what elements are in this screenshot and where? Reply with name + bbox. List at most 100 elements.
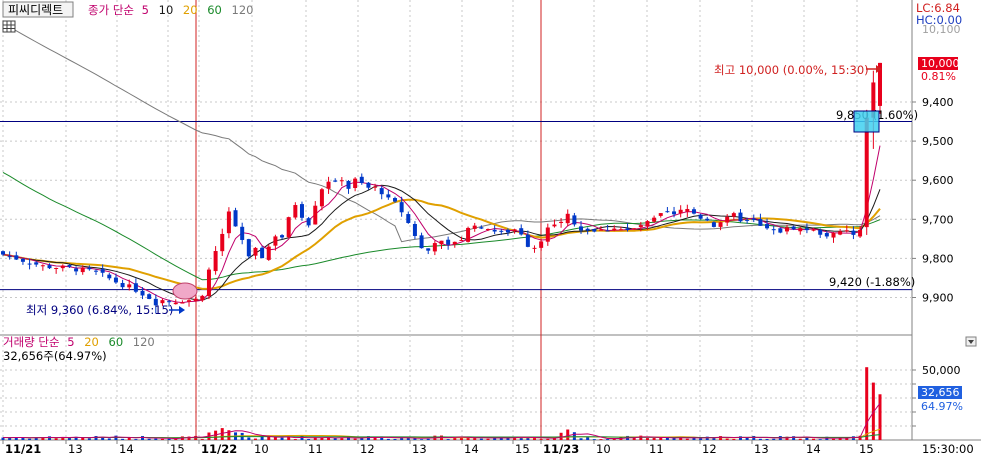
- candle-body: [47, 265, 52, 269]
- candle-body: [326, 181, 331, 189]
- x-tick-label: 10: [254, 442, 269, 456]
- candle-body: [525, 234, 530, 247]
- volume-bar: [54, 438, 58, 440]
- candle-body: [399, 202, 404, 213]
- high-annotation: 최고 10,000 (0.00%, 15:30): [714, 63, 869, 77]
- x-tick-label: 14: [119, 442, 134, 456]
- x-tick-label: 10: [596, 442, 611, 456]
- volume-bar: [466, 437, 470, 440]
- candle-body: [472, 225, 477, 229]
- vma5-label: 5: [67, 335, 74, 349]
- x-tick-label: 14: [464, 442, 479, 456]
- candle-body: [346, 180, 351, 189]
- candle-body: [74, 268, 79, 272]
- x-tick-label: 12: [702, 442, 717, 456]
- time-label: 15:30:00: [922, 442, 974, 456]
- volume-bar: [353, 438, 357, 440]
- candle-body: [200, 295, 205, 301]
- volume-bar: [48, 436, 52, 440]
- volume-bar: [293, 439, 297, 440]
- candle-body: [824, 233, 829, 237]
- ma60-label: 60: [207, 3, 222, 17]
- candle-body: [705, 218, 710, 221]
- volume-bar: [665, 437, 669, 440]
- volume-bar: [446, 439, 450, 440]
- price-tick-label: 9,800: [922, 252, 954, 265]
- candle-body: [173, 302, 178, 305]
- candle-body: [479, 227, 484, 229]
- candle-body: [293, 205, 298, 218]
- candle-body: [333, 180, 338, 182]
- x-tick-label: 13: [754, 442, 769, 456]
- candle-body: [246, 239, 251, 257]
- volume-bar: [253, 438, 257, 440]
- candle-body: [233, 210, 238, 227]
- volume-bar: [732, 438, 736, 440]
- candle-body: [652, 217, 657, 222]
- volume-bar: [200, 439, 204, 440]
- candle-body: [459, 239, 464, 241]
- volume-bar: [606, 439, 610, 440]
- candle-body: [691, 209, 696, 214]
- candle-body: [864, 117, 869, 228]
- candle-body: [359, 176, 364, 183]
- candle-body: [678, 209, 683, 214]
- candle-body: [379, 188, 384, 195]
- volume-bar: [333, 438, 337, 440]
- candle-body: [319, 189, 324, 207]
- candle-body: [60, 265, 65, 269]
- candle-body: [731, 213, 736, 217]
- candle-body: [1, 251, 5, 255]
- chart-window: 9,900 9,800 9,700 9,600 9,500 9,400 50,000 11…: [0, 0, 981, 459]
- volume-bar: [758, 438, 762, 440]
- x-tick-label: 12: [360, 442, 375, 456]
- candle-body: [672, 211, 677, 215]
- x-axis-labels: 11/21 13 14 15 11/22 10 11 12 13 14 15 11/23 10 11 12 1…: [2, 440, 874, 456]
- volume-bar: [599, 439, 603, 440]
- crosshair-marker[interactable]: [853, 110, 880, 133]
- candle-body: [286, 217, 291, 238]
- candle-body: [492, 229, 497, 232]
- volume-bar: [413, 438, 417, 440]
- candle-body: [180, 302, 185, 304]
- volume-panel[interactable]: [0, 335, 912, 439]
- candle-body: [645, 221, 650, 227]
- candle-body: [539, 241, 544, 248]
- volume-bar: [539, 439, 543, 440]
- volume-bar: [486, 438, 490, 440]
- volume-bar: [386, 438, 390, 440]
- candle-body: [392, 198, 397, 202]
- candle-body: [811, 229, 816, 231]
- volume-bar: [738, 436, 742, 440]
- volume-bar: [645, 438, 649, 440]
- table-icon[interactable]: [2, 20, 16, 33]
- volume-bar: [247, 437, 251, 440]
- candle-body: [658, 213, 663, 216]
- candle-body: [838, 231, 843, 235]
- candle-body: [638, 225, 643, 228]
- candle-body: [100, 269, 105, 273]
- stock-chart[interactable]: 9,900 9,800 9,700 9,600 9,500 9,400 50,000 11…: [0, 0, 981, 459]
- ma20-label: 20: [183, 3, 198, 17]
- candle-body: [499, 230, 504, 232]
- candle-body: [306, 218, 311, 226]
- volume-bar: [307, 439, 311, 440]
- volume-bar: [87, 438, 91, 440]
- volume-bar: [659, 438, 663, 440]
- volume-bar: [373, 437, 377, 440]
- candle-body: [765, 224, 770, 229]
- candle-body: [20, 258, 25, 262]
- x-tick-label: 11: [308, 442, 323, 456]
- candle-body: [512, 229, 517, 231]
- volume-info: 32,656주(64.97%): [3, 349, 107, 363]
- volume-bar: [160, 438, 164, 440]
- candle-body: [280, 235, 285, 238]
- candle-body: [260, 247, 265, 259]
- current-price-pct: 0.81%: [921, 70, 956, 83]
- x-tick-label: 13: [68, 442, 83, 456]
- volume-bar: [479, 438, 483, 440]
- top-clip-label: 10,100: [922, 23, 961, 36]
- candle-body: [592, 229, 597, 232]
- volume-bar: [765, 438, 769, 440]
- candle-body: [831, 232, 836, 238]
